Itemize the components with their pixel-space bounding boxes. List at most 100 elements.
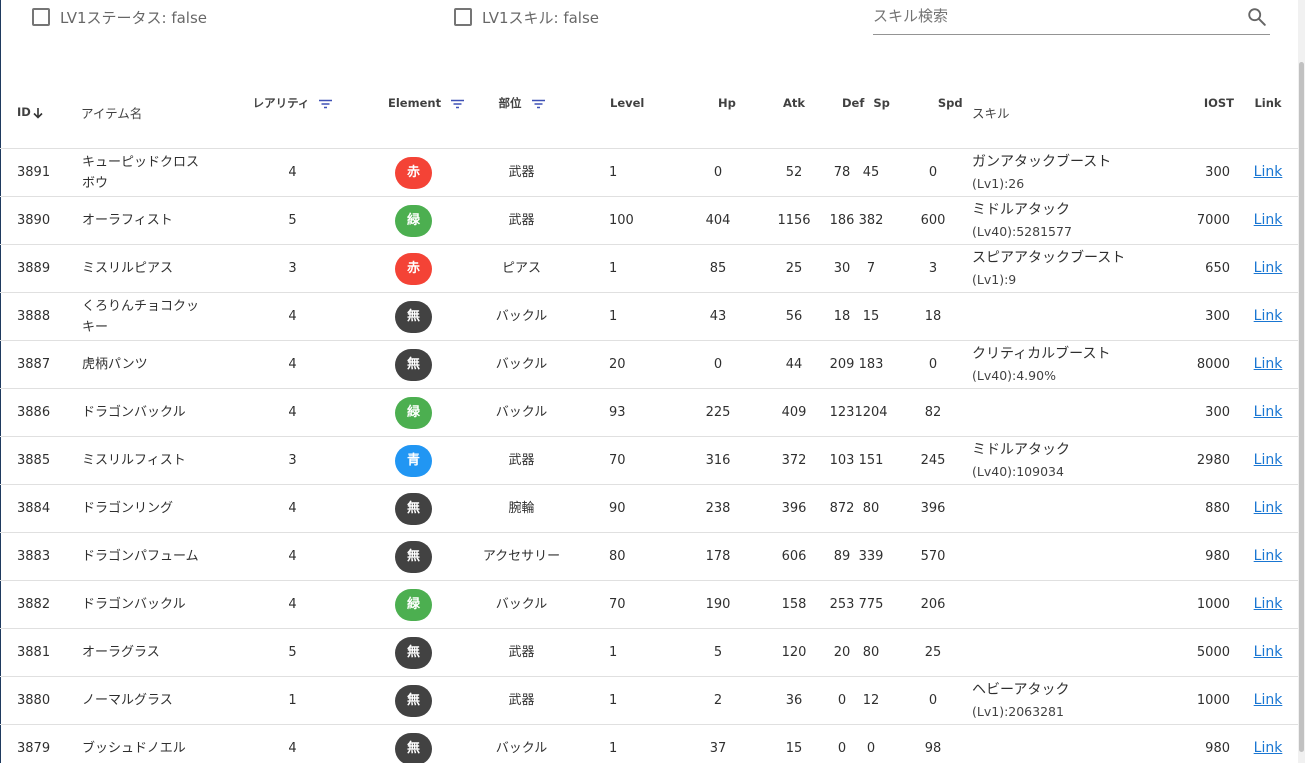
cell-id: 3880: [0, 676, 79, 725]
detail-link[interactable]: Link: [1254, 356, 1283, 372]
cell-element: 赤: [374, 244, 453, 293]
cell-link: Link: [1238, 484, 1298, 533]
column-header-iost[interactable]: IOST: [1176, 76, 1238, 149]
filter-icon[interactable]: [319, 99, 333, 109]
cell-iost: 2980: [1176, 436, 1238, 485]
cell-item-name: ドラゴンリング: [79, 484, 211, 533]
detail-link[interactable]: Link: [1254, 740, 1283, 756]
column-header-id[interactable]: ID: [0, 76, 79, 149]
cell-link: Link: [1238, 724, 1298, 763]
table-row[interactable]: 3884 ドラゴンリング 4 無腕輪 90 238 396 872 80 396 880 Link: [0, 484, 1298, 533]
detail-link[interactable]: Link: [1254, 308, 1283, 324]
table-row[interactable]: 3879 ブッシュドノエル 4 無バックル 1 37 15 0 0 98 980 Link: [0, 724, 1298, 763]
table-row[interactable]: 3883 ドラゴンパフューム 4 無アクセサリー 80 178 606 89 339 570 980…: [0, 532, 1298, 581]
sort-arrow-down-icon[interactable]: [32, 107, 44, 119]
spd-value: 396: [920, 501, 946, 516]
column-header-hp[interactable]: Hp: [718, 76, 746, 149]
checkbox-icon[interactable]: [454, 8, 472, 26]
cell-part: アクセサリー: [453, 532, 590, 581]
skill-name: ヘビーアタック: [972, 681, 1070, 698]
cell-hp: 85: [710, 244, 746, 293]
detail-link[interactable]: Link: [1254, 452, 1283, 468]
column-header-atk[interactable]: Atk: [746, 76, 842, 149]
column-header-sp-spd[interactable]: Sp Spd: [870, 76, 966, 149]
spd-value: 82: [924, 405, 942, 420]
cell-item-name: ミスリルフィスト: [79, 436, 211, 485]
cell-skill: スピアアタックブースト (Lv1):9: [966, 244, 1176, 293]
element-chip: 無: [395, 300, 432, 333]
cell-iost: 300: [1176, 148, 1238, 197]
detail-link[interactable]: Link: [1254, 548, 1283, 564]
detail-link[interactable]: Link: [1254, 164, 1283, 180]
column-header-def[interactable]: Def: [842, 76, 870, 149]
cell-hp: 316: [706, 436, 746, 485]
cell-iost: 8000: [1176, 340, 1238, 389]
cell-item-name: ミスリルピアス: [79, 244, 211, 293]
cell-rarity: 4: [211, 388, 374, 437]
element-chip: 緑: [395, 204, 432, 237]
cell-element: 緑: [374, 388, 453, 437]
skill-value: (Lv1):2063281: [972, 703, 1064, 719]
table-row[interactable]: 3889 ミスリルピアス 3 赤ピアス 1 85 25 30 7 3 スピアアタックブースト (Lv1…: [0, 244, 1298, 293]
filter-icon[interactable]: [451, 99, 465, 109]
column-header-part[interactable]: 部位: [453, 76, 590, 149]
skill-search-field[interactable]: [873, 0, 1270, 35]
column-header-name[interactable]: アイテム名: [79, 76, 211, 149]
detail-link[interactable]: Link: [1254, 692, 1283, 708]
cell-sp-spd: 775 206: [859, 580, 966, 629]
skill-name: ガンアタックブースト: [972, 153, 1112, 170]
cell-id: 3884: [0, 484, 79, 533]
spd-value: 0: [928, 693, 938, 708]
detail-link[interactable]: Link: [1254, 500, 1283, 516]
filter-icon[interactable]: [531, 99, 545, 109]
cell-rarity: 4: [211, 724, 374, 763]
detail-link[interactable]: Link: [1254, 212, 1283, 228]
cell-skill: [966, 388, 1176, 437]
lv1-skill-checkbox[interactable]: LV1スキル: false: [454, 7, 599, 27]
detail-link[interactable]: Link: [1254, 644, 1283, 660]
search-icon[interactable]: [1246, 6, 1268, 28]
cell-part: 腕輪: [453, 484, 590, 533]
column-header-link[interactable]: Link: [1238, 76, 1298, 149]
skill-search-input[interactable]: [873, 4, 1233, 28]
column-header-element[interactable]: Element: [374, 76, 465, 149]
skill-value: (Lv1):9: [972, 271, 1017, 287]
skill-name: クリティカルブースト: [972, 345, 1111, 362]
cell-skill: [966, 292, 1176, 341]
cell-link: Link: [1238, 580, 1298, 629]
sp-value: 151: [858, 453, 884, 468]
table-row[interactable]: 3887 虎柄パンツ 4 無バックル 20 0 44 209 183 0 クリティカルブースト (Lv…: [0, 340, 1298, 389]
table-row[interactable]: 3880 ノーマルグラス 1 無武器 1 2 36 0 12 0 ヘビーアタック (Lv1):2063…: [0, 676, 1298, 725]
cell-part: 武器: [453, 436, 590, 485]
cell-element: 無: [374, 628, 453, 677]
cell-sp-spd: 151 245: [859, 436, 966, 485]
cell-iost: 1000: [1176, 580, 1238, 629]
table-row[interactable]: 3890 オーラフィスト 5 緑武器 100 404 1156 186 382 600 ミドルアタッ…: [0, 196, 1298, 245]
column-header-skill[interactable]: スキル: [966, 76, 1176, 149]
cell-iost: 650: [1176, 244, 1238, 293]
cell-element: 緑: [374, 580, 453, 629]
cell-id: 3879: [0, 724, 79, 763]
vertical-scrollbar[interactable]: [1298, 0, 1305, 763]
cell-item-name: ノーマルグラス: [79, 676, 211, 725]
detail-link[interactable]: Link: [1254, 260, 1283, 276]
column-header-rarity[interactable]: レアリティ: [211, 76, 374, 149]
spd-value: 245: [920, 453, 946, 468]
table-row[interactable]: 3881 オーラグラス 5 無武器 1 5 120 20 80 25 5000 Link: [0, 628, 1298, 677]
cell-level: 80: [590, 532, 718, 581]
table-row[interactable]: 3885 ミスリルフィスト 3 青武器 70 316 372 103 151 245 ミドルアタック…: [0, 436, 1298, 485]
detail-link[interactable]: Link: [1254, 596, 1283, 612]
scrollbar-thumb[interactable]: [1299, 62, 1304, 752]
table-row[interactable]: 3891 キューピッドクロスボウ 4 赤武器 1 0 52 78 45 0 ガンアタックブースト (L…: [0, 148, 1298, 197]
cell-sp-spd: 80 396: [863, 484, 966, 533]
table-row[interactable]: 3882 ドラゴンバックル 4 緑バックル 70 190 158 253 775 206 1000 L…: [0, 580, 1298, 629]
cell-iost: 980: [1176, 724, 1238, 763]
detail-link[interactable]: Link: [1254, 404, 1283, 420]
lv1-status-checkbox[interactable]: LV1ステータス: false: [32, 7, 207, 27]
checkbox-icon[interactable]: [32, 8, 50, 26]
table-row[interactable]: 3886 ドラゴンバックル 4 緑バックル 93 225 409 123 1204 82 300 Li…: [0, 388, 1298, 437]
column-header-level[interactable]: Level: [590, 76, 718, 149]
cell-iost: 5000: [1176, 628, 1238, 677]
cell-element: 無: [374, 724, 453, 763]
table-row[interactable]: 3888 くろりんチョコクッキー 4 無バックル 1 43 56 18 15 18 300 Link: [0, 292, 1298, 341]
